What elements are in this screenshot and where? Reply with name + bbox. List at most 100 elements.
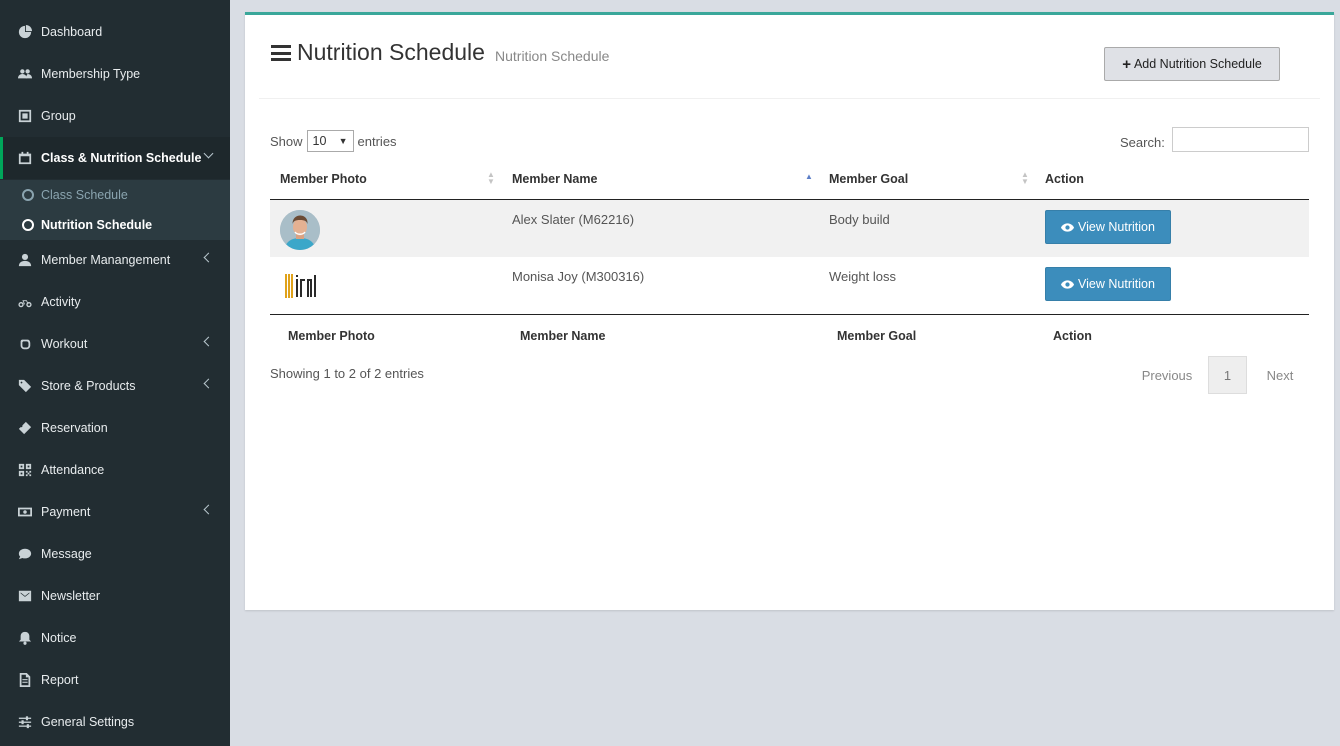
column-header-member-photo[interactable]: Member Photo bbox=[280, 172, 367, 186]
nav-label: Store & Products bbox=[41, 379, 136, 393]
nav-label: Workout bbox=[41, 337, 88, 351]
entries-length-control: Show 10 ▼ entries bbox=[270, 130, 397, 152]
sliders-icon bbox=[16, 715, 34, 729]
nav-member-management[interactable]: Member Manangement bbox=[0, 239, 230, 281]
nav-general-settings[interactable]: General Settings bbox=[0, 701, 230, 743]
member-goal-cell: Weight loss bbox=[829, 269, 896, 284]
money-icon bbox=[16, 505, 34, 519]
nav-label: Dashboard bbox=[41, 25, 103, 39]
dashboard-icon bbox=[16, 25, 34, 39]
page-title: Nutrition Schedule bbox=[297, 39, 485, 65]
user-icon bbox=[16, 253, 34, 267]
nav-message[interactable]: Message bbox=[0, 533, 230, 575]
nav-label: Attendance bbox=[41, 463, 105, 477]
entries-label: entries bbox=[357, 133, 397, 149]
chevron-down-icon bbox=[203, 148, 214, 159]
search-input[interactable] bbox=[1172, 127, 1309, 152]
nav-dashboard[interactable]: Dashboard bbox=[0, 11, 230, 53]
nav-store-products[interactable]: Store & Products bbox=[0, 365, 230, 407]
chevron-left-icon bbox=[203, 252, 214, 263]
nav-group[interactable]: Group bbox=[0, 95, 230, 137]
caret-down-icon: ▼ bbox=[338, 136, 348, 146]
pagination-page-1[interactable]: 1 bbox=[1208, 356, 1247, 394]
nav-label: Notice bbox=[41, 631, 77, 645]
content-box: Nutrition Schedule Nutrition Schedule + … bbox=[245, 12, 1334, 610]
chevron-left-icon bbox=[203, 378, 214, 389]
nav-payment[interactable]: Payment bbox=[0, 491, 230, 533]
entries-select[interactable]: 10 ▼ bbox=[306, 130, 354, 152]
submenu-label: Class Schedule bbox=[41, 188, 128, 202]
view-nutrition-button[interactable]: View Nutrition bbox=[1045, 267, 1171, 301]
pagination-next[interactable]: Next bbox=[1249, 356, 1311, 394]
plus-icon: + bbox=[1122, 55, 1131, 73]
nav-label: Member Manangement bbox=[41, 253, 171, 267]
footer-member-name: Member Name bbox=[520, 329, 606, 343]
view-nutrition-label: View Nutrition bbox=[1078, 277, 1155, 291]
nav-notice[interactable]: Notice bbox=[0, 617, 230, 659]
nav-label: Activity bbox=[41, 295, 81, 309]
submenu-class-schedule[interactable]: Class Schedule bbox=[0, 180, 230, 210]
chevron-left-icon bbox=[203, 336, 214, 347]
submenu-label: Nutrition Schedule bbox=[41, 218, 153, 232]
eye-icon bbox=[1061, 279, 1075, 289]
table-footer-divider bbox=[270, 314, 1309, 315]
bicycle-icon bbox=[16, 295, 34, 309]
bell-icon bbox=[16, 631, 34, 645]
view-nutrition-label: View Nutrition bbox=[1078, 220, 1155, 234]
member-goal-cell: Body build bbox=[829, 212, 890, 227]
nav-label: Class & Nutrition Schedule bbox=[41, 151, 202, 165]
sort-asc-icon: ▲ bbox=[805, 172, 813, 181]
nav-activity[interactable]: Activity bbox=[0, 281, 230, 323]
nav-reservation[interactable]: Reservation bbox=[0, 407, 230, 449]
add-nutrition-schedule-button[interactable]: + Add Nutrition Schedule bbox=[1104, 47, 1280, 81]
column-header-member-goal[interactable]: Member Goal bbox=[829, 172, 908, 186]
page-subtitle: Nutrition Schedule bbox=[495, 48, 610, 64]
sort-icon: ▲ ▼ bbox=[487, 170, 495, 186]
table-info: Showing 1 to 2 of 2 entries bbox=[270, 366, 424, 381]
avatar bbox=[280, 210, 320, 250]
nav-label: Reservation bbox=[41, 421, 108, 435]
sidebar: Dashboard Membership Type Group Class & … bbox=[0, 0, 230, 746]
eye-icon bbox=[1061, 222, 1075, 232]
envelope-icon bbox=[16, 589, 34, 603]
member-name-cell: Monisa Joy (M300316) bbox=[512, 269, 645, 284]
sort-icon: ▲ ▼ bbox=[1021, 170, 1029, 186]
add-button-label: Add Nutrition Schedule bbox=[1133, 57, 1262, 71]
nav-report[interactable]: Report bbox=[0, 659, 230, 701]
nav-label: Membership Type bbox=[41, 67, 141, 81]
file-icon bbox=[16, 673, 34, 687]
group-icon bbox=[16, 109, 34, 123]
nav-label: Group bbox=[41, 109, 76, 123]
nav-newsletter[interactable]: Newsletter bbox=[0, 575, 230, 617]
hand-icon bbox=[16, 337, 34, 351]
column-header-action: Action bbox=[1045, 172, 1084, 186]
view-nutrition-button[interactable]: View Nutrition bbox=[1045, 210, 1171, 244]
search-label: Search: bbox=[1120, 135, 1165, 150]
calendar-icon bbox=[16, 151, 34, 165]
circle-icon bbox=[22, 219, 34, 231]
member-name-cell: Alex Slater (M62216) bbox=[512, 212, 635, 227]
submenu-nutrition-schedule[interactable]: Nutrition Schedule bbox=[0, 210, 230, 240]
nav-label: Newsletter bbox=[41, 589, 101, 603]
pagination-previous[interactable]: Previous bbox=[1129, 356, 1205, 394]
show-label: Show bbox=[270, 133, 303, 149]
footer-action: Action bbox=[1053, 329, 1092, 343]
tags-icon bbox=[16, 379, 34, 393]
chevron-left-icon bbox=[203, 504, 214, 515]
footer-member-photo: Member Photo bbox=[288, 329, 375, 343]
qrcode-icon bbox=[16, 463, 34, 477]
nav-label: Message bbox=[41, 547, 92, 561]
circle-icon bbox=[22, 189, 34, 201]
bars-icon bbox=[271, 45, 291, 61]
nav-membership-type[interactable]: Membership Type bbox=[0, 53, 230, 95]
nav-attendance[interactable]: Attendance bbox=[0, 449, 230, 491]
nav-label: Payment bbox=[41, 505, 91, 519]
nav-label: General Settings bbox=[41, 715, 135, 729]
nav-class-nutrition-schedule[interactable]: Class & Nutrition Schedule bbox=[0, 137, 230, 179]
users-icon bbox=[16, 67, 34, 81]
submenu: Class Schedule Nutrition Schedule bbox=[0, 180, 230, 240]
nav-workout[interactable]: Workout bbox=[0, 323, 230, 365]
comment-icon bbox=[16, 547, 34, 561]
column-header-member-name[interactable]: Member Name bbox=[512, 172, 597, 186]
ticket-icon bbox=[16, 421, 34, 435]
